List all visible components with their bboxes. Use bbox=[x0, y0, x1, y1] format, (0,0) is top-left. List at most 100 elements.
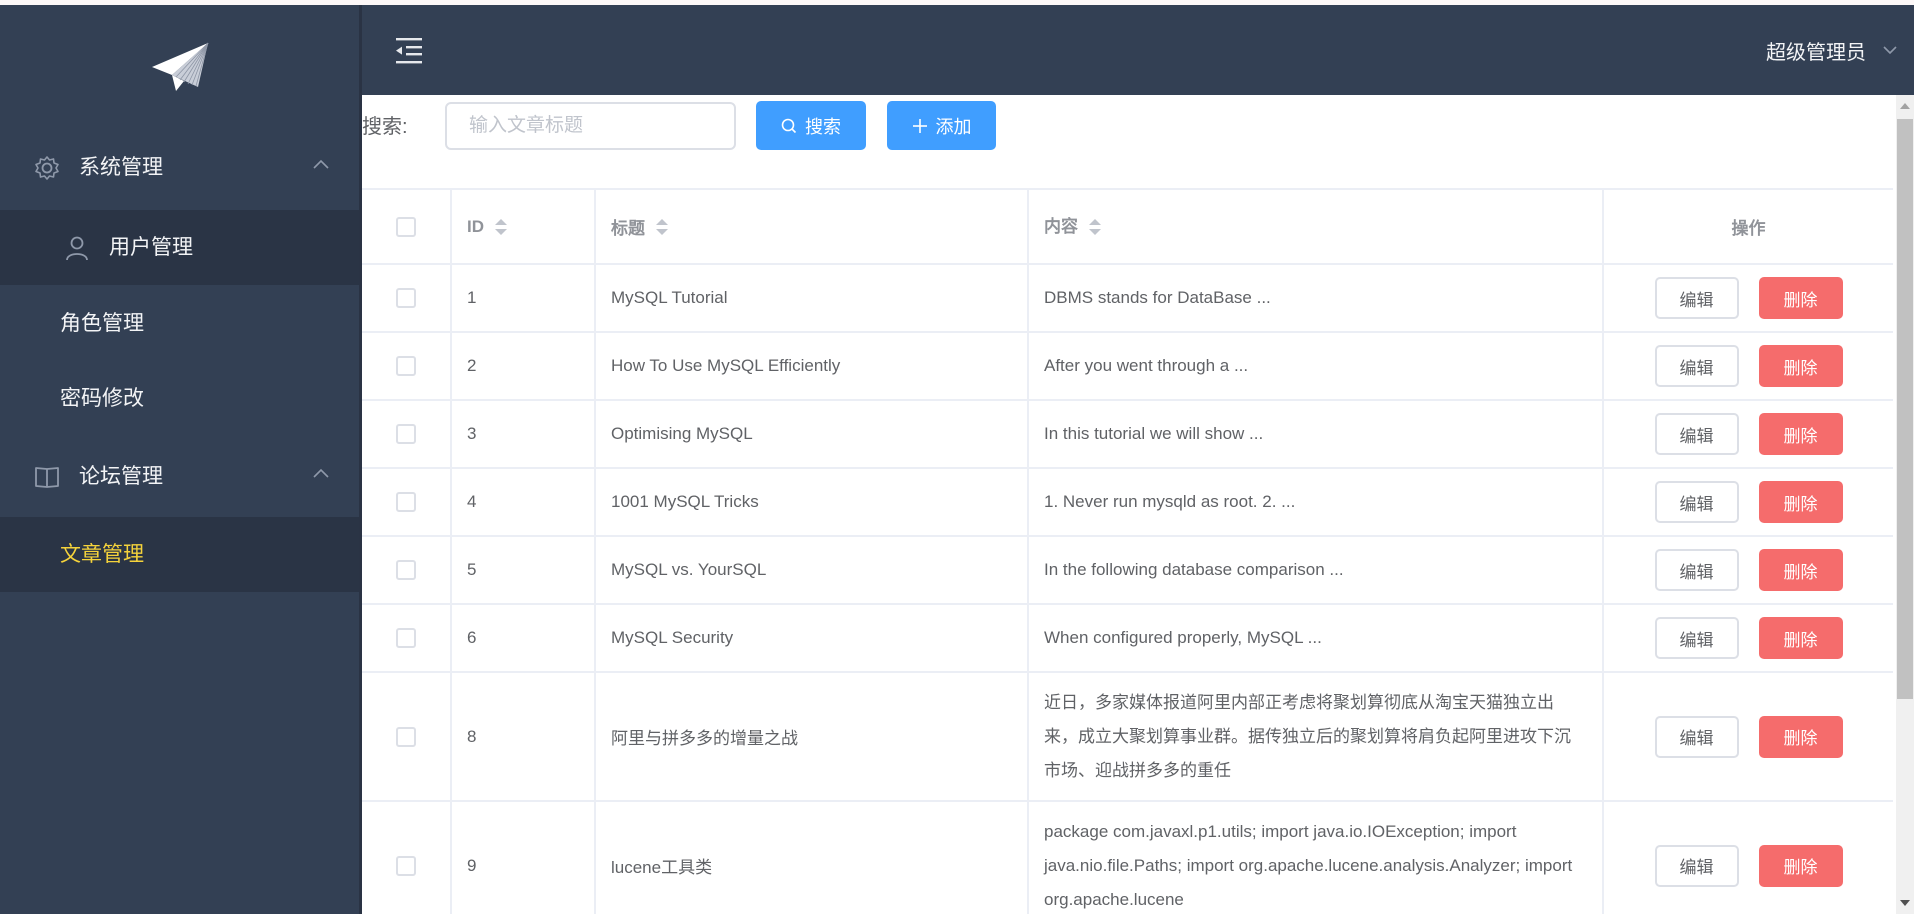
search-input[interactable] bbox=[445, 102, 736, 150]
cell-title: MySQL vs. YourSQL bbox=[596, 537, 1029, 603]
row-select-cell bbox=[362, 469, 452, 535]
edit-button[interactable]: 编辑 bbox=[1654, 549, 1739, 591]
cell-content: DBMS stands for DataBase ... bbox=[1029, 265, 1604, 331]
row-checkbox[interactable] bbox=[396, 288, 416, 308]
header-content[interactable]: 内容 bbox=[1029, 190, 1604, 263]
header-id[interactable]: ID bbox=[452, 190, 596, 263]
cell-id: 1 bbox=[452, 265, 596, 331]
row-checkbox[interactable] bbox=[396, 726, 416, 747]
cell-actions: 编辑 删除 bbox=[1604, 401, 1893, 467]
gear-icon bbox=[35, 156, 59, 180]
search-button[interactable]: 搜索 bbox=[756, 101, 866, 150]
user-dropdown[interactable]: 超级管理员 bbox=[1766, 5, 1898, 95]
main-content: 搜索: 搜索 添加 ID 标题 内容 bbox=[362, 95, 1894, 914]
title-text: MySQL Tutorial bbox=[611, 288, 728, 307]
edit-button[interactable]: 编辑 bbox=[1654, 413, 1739, 455]
column-header-label: 操作 bbox=[1731, 219, 1766, 238]
edit-button[interactable]: 编辑 bbox=[1654, 715, 1739, 758]
content-text: 1. Never run mysqld as root. 2. ... bbox=[1044, 492, 1296, 511]
content-text: package com.javaxl.p1.utils; import java… bbox=[1044, 821, 1573, 909]
delete-button[interactable]: 删除 bbox=[1758, 617, 1843, 659]
column-header-label: 内容 bbox=[1044, 216, 1078, 236]
menu-group-label: 论坛管理 bbox=[79, 465, 163, 488]
chevron-up-icon bbox=[313, 468, 329, 478]
user-name: 超级管理员 bbox=[1766, 41, 1866, 64]
row-checkbox[interactable] bbox=[396, 628, 416, 648]
sort-icon[interactable] bbox=[655, 218, 669, 236]
sort-icon[interactable] bbox=[1088, 218, 1102, 236]
cell-title: 阿里与拼多多的增量之战 bbox=[596, 673, 1029, 800]
table-header-row: ID 标题 内容 操作 bbox=[362, 190, 1893, 265]
book-icon bbox=[35, 467, 59, 488]
sidebar-item-user-management[interactable]: 用户管理 bbox=[0, 210, 359, 285]
cell-content: package com.javaxl.p1.utils; import java… bbox=[1029, 802, 1604, 914]
cell-id: 3 bbox=[452, 401, 596, 467]
content-text: When configured properly, MySQL ... bbox=[1044, 628, 1322, 647]
sidebar-item-role-management[interactable]: 角色管理 bbox=[0, 286, 359, 361]
title-text: lucene工具类 bbox=[611, 858, 713, 877]
delete-button[interactable]: 删除 bbox=[1758, 277, 1843, 319]
id-text: 8 bbox=[467, 726, 477, 746]
delete-button[interactable]: 删除 bbox=[1758, 715, 1843, 758]
vertical-scrollbar[interactable] bbox=[1896, 95, 1914, 914]
scroll-thumb[interactable] bbox=[1897, 119, 1913, 699]
cell-content: 近日，多家媒体报道阿里内部正考虑将聚划算彻底从淘宝天猫独立出来，成立大聚划算事业… bbox=[1029, 673, 1604, 800]
edit-button[interactable]: 编辑 bbox=[1654, 277, 1739, 319]
sidebar-item-article-management[interactable]: 文章管理 bbox=[0, 517, 359, 592]
delete-button[interactable]: 删除 bbox=[1758, 844, 1843, 887]
menu-item-label: 用户管理 bbox=[109, 236, 193, 259]
scroll-down-arrow-icon[interactable] bbox=[1900, 900, 1910, 906]
table-row: 3 Optimising MySQL In this tutorial we wil… bbox=[362, 401, 1893, 469]
delete-button[interactable]: 删除 bbox=[1758, 549, 1843, 591]
cell-content: After you went through a ... bbox=[1029, 333, 1604, 399]
delete-button[interactable]: 删除 bbox=[1758, 413, 1843, 455]
cell-title: 1001 MySQL Tricks bbox=[596, 469, 1029, 535]
cell-actions: 编辑 删除 bbox=[1604, 469, 1893, 535]
menu-group-forum[interactable]: 论坛管理 bbox=[0, 439, 359, 514]
cell-id: 4 bbox=[452, 469, 596, 535]
row-checkbox[interactable] bbox=[396, 492, 416, 512]
id-text: 9 bbox=[467, 855, 477, 875]
chevron-up-icon bbox=[313, 159, 329, 169]
scroll-up-arrow-icon[interactable] bbox=[1900, 103, 1910, 109]
row-checkbox[interactable] bbox=[396, 356, 416, 376]
add-button[interactable]: 添加 bbox=[887, 101, 996, 150]
plus-icon bbox=[912, 118, 927, 133]
cell-title: MySQL Security bbox=[596, 605, 1029, 671]
edit-button[interactable]: 编辑 bbox=[1654, 481, 1739, 523]
id-text: 3 bbox=[467, 424, 477, 443]
row-checkbox[interactable] bbox=[396, 560, 416, 580]
cell-title: How To Use MySQL Efficiently bbox=[596, 333, 1029, 399]
edit-button[interactable]: 编辑 bbox=[1654, 345, 1739, 387]
menu-group-system[interactable]: 系统管理 bbox=[0, 130, 359, 205]
cell-title: MySQL Tutorial bbox=[596, 265, 1029, 331]
cell-title: lucene工具类 bbox=[596, 802, 1029, 914]
id-text: 6 bbox=[467, 628, 477, 647]
title-text: MySQL Security bbox=[611, 628, 734, 647]
title-text: How To Use MySQL Efficiently bbox=[611, 356, 841, 375]
row-checkbox[interactable] bbox=[396, 855, 416, 876]
table-row: 8 阿里与拼多多的增量之战 近日，多家媒体报道阿里内部正考虑将聚划算彻底从淘宝天猫独… bbox=[362, 673, 1893, 802]
delete-button[interactable]: 删除 bbox=[1758, 481, 1843, 523]
sort-icon[interactable] bbox=[494, 218, 508, 236]
row-checkbox[interactable] bbox=[396, 424, 416, 444]
row-select-cell bbox=[362, 802, 452, 914]
cell-actions: 编辑 删除 bbox=[1604, 605, 1893, 671]
edit-button[interactable]: 编辑 bbox=[1654, 844, 1739, 887]
sidebar-item-password-change[interactable]: 密码修改 bbox=[0, 361, 359, 436]
title-text: Optimising MySQL bbox=[611, 424, 753, 443]
user-icon bbox=[66, 236, 88, 261]
delete-button[interactable]: 删除 bbox=[1758, 345, 1843, 387]
paper-plane-logo-icon bbox=[152, 42, 209, 91]
edit-button[interactable]: 编辑 bbox=[1654, 617, 1739, 659]
header-title[interactable]: 标题 bbox=[596, 190, 1029, 263]
cell-content: In the following database comparison ... bbox=[1029, 537, 1604, 603]
table-row: 4 1001 MySQL Tricks 1. Never run mysqld as… bbox=[362, 469, 1893, 537]
cell-actions: 编辑 删除 bbox=[1604, 537, 1893, 603]
menu-fold-icon[interactable] bbox=[392, 33, 426, 67]
id-text: 1 bbox=[467, 288, 477, 307]
menu-item-label: 文章管理 bbox=[60, 543, 144, 566]
select-all-checkbox[interactable] bbox=[396, 216, 416, 237]
title-text: 阿里与拼多多的增量之战 bbox=[611, 729, 798, 748]
cell-id: 6 bbox=[452, 605, 596, 671]
